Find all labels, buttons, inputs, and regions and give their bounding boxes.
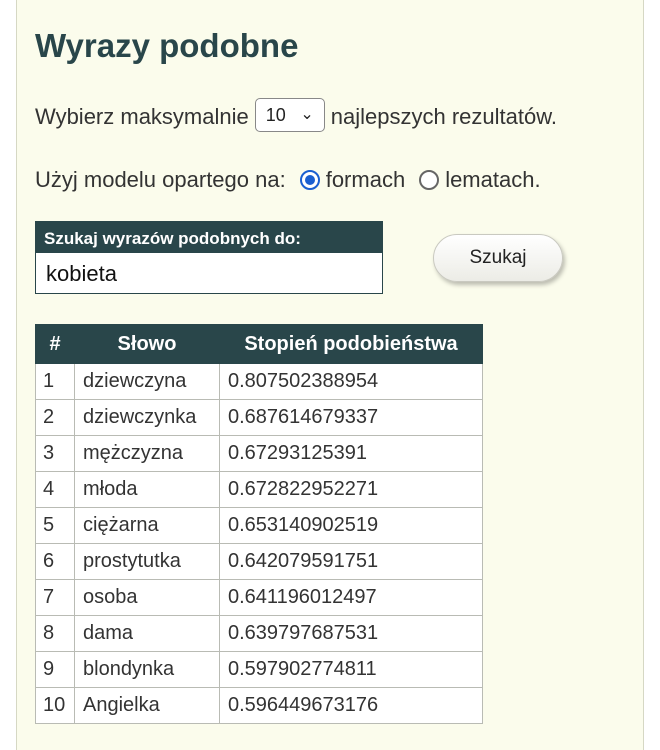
cell-similarity: 0.672822952271 <box>219 471 483 508</box>
cell-number: 5 <box>35 507 75 544</box>
radio-lematach[interactable] <box>419 170 440 190</box>
limit-select[interactable]: 10 ⌄ <box>254 98 325 133</box>
table-header-row: # Słowo Stopień podobieństwa <box>35 324 483 364</box>
cell-number: 4 <box>35 471 75 508</box>
table-row: 1 dziewczyna 0.807502388954 <box>35 363 483 400</box>
limit-select-value: 10 <box>265 105 286 126</box>
cell-word: osoba <box>74 579 220 616</box>
radio-lematach-label[interactable]: lematach. <box>445 167 540 192</box>
cell-similarity: 0.597902774811 <box>219 651 483 688</box>
cell-number: 7 <box>35 579 75 616</box>
cell-similarity: 0.687614679337 <box>219 399 483 436</box>
cell-word: Angielka <box>74 687 220 724</box>
cell-word: dziewczyna <box>74 363 220 400</box>
radio-formach[interactable] <box>299 170 320 190</box>
cell-number: 6 <box>35 543 75 580</box>
cell-similarity: 0.641196012497 <box>219 579 483 616</box>
column-header-number: # <box>35 324 75 364</box>
table-row: 10 Angielka 0.596449673176 <box>35 687 483 724</box>
radio-formach-label[interactable]: formach <box>326 167 405 192</box>
table-row: 9 blondynka 0.597902774811 <box>35 651 483 688</box>
content-panel: Wyrazy podobne Wybierz maksymalnie 10 ⌄ naj… <box>16 0 644 750</box>
search-button[interactable]: Szukaj <box>433 234 563 282</box>
cell-number: 10 <box>35 687 75 724</box>
limit-prefix: Wybierz maksymalnie <box>35 104 249 129</box>
model-row: Użyj modelu opartego na: formach lematach. <box>35 167 541 193</box>
column-header-word: Słowo <box>74 324 220 364</box>
cell-word: dziewczynka <box>74 399 220 436</box>
cell-word: dama <box>74 615 220 652</box>
cell-similarity: 0.642079591751 <box>219 543 483 580</box>
page-title: Wyrazy podobne <box>35 27 299 64</box>
results-table: # Słowo Stopień podobieństwa 1 dziewczyna… <box>35 324 483 724</box>
cell-word: młoda <box>74 471 220 508</box>
limit-suffix: najlepszych rezultatów. <box>330 104 557 129</box>
table-row: 3 mężczyzna 0.67293125391 <box>35 435 483 472</box>
model-label: Użyj modelu opartego na: <box>35 167 286 192</box>
cell-number: 2 <box>35 399 75 436</box>
cell-number: 3 <box>35 435 75 472</box>
table-row: 5 ciężarna 0.653140902519 <box>35 507 483 544</box>
search-box: Szukaj wyrazów podobnych do: kobieta <box>35 221 383 294</box>
cell-similarity: 0.67293125391 <box>219 435 483 472</box>
cell-word: blondynka <box>74 651 220 688</box>
cell-word: ciężarna <box>74 507 220 544</box>
table-row: 7 osoba 0.641196012497 <box>35 579 483 616</box>
cell-similarity: 0.596449673176 <box>219 687 483 724</box>
chevron-down-icon: ⌄ <box>300 106 314 124</box>
cell-word: mężczyzna <box>74 435 220 472</box>
table-row: 8 dama 0.639797687531 <box>35 615 483 652</box>
cell-number: 1 <box>35 363 75 400</box>
limit-row: Wybierz maksymalnie 10 ⌄ najlepszych rezult… <box>35 98 557 133</box>
column-header-similarity: Stopień podobieństwa <box>219 324 483 364</box>
search-input[interactable]: kobieta <box>46 261 117 287</box>
cell-number: 9 <box>35 651 75 688</box>
cell-similarity: 0.807502388954 <box>219 363 483 400</box>
table-row: 2 dziewczynka 0.687614679337 <box>35 399 483 436</box>
search-label: Szukaj wyrazów podobnych do: <box>36 222 382 253</box>
cell-similarity: 0.639797687531 <box>219 615 483 652</box>
cell-word: prostytutka <box>74 543 220 580</box>
table-row: 4 młoda 0.672822952271 <box>35 471 483 508</box>
cell-number: 8 <box>35 615 75 652</box>
cell-similarity: 0.653140902519 <box>219 507 483 544</box>
table-row: 6 prostytutka 0.642079591751 <box>35 543 483 580</box>
